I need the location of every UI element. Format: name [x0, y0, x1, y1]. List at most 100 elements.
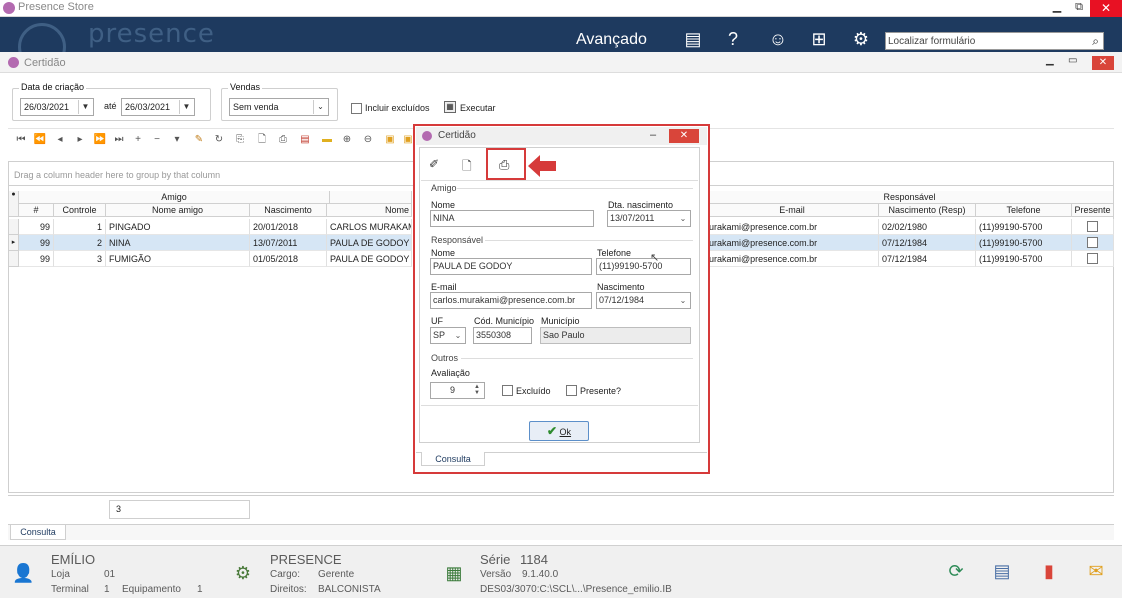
col-email[interactable]: E-mail [706, 204, 879, 217]
col-nascimento[interactable]: Nascimento [250, 204, 327, 217]
child-minimize-button[interactable]: ▁ [1046, 55, 1054, 66]
date-from-field[interactable]: 26/03/2021 ▼ [20, 98, 94, 116]
edit-icon[interactable]: ✎ [192, 133, 206, 147]
chat-icon[interactable]: ✉ [1085, 560, 1107, 582]
print-icon[interactable]: ⎙ [276, 133, 290, 147]
chevron-down-icon[interactable]: ⌄ [452, 329, 464, 342]
dtnasc-field[interactable]: 13/07/2011 ⌄ [607, 210, 691, 227]
col-num[interactable]: # [19, 204, 54, 217]
row-indicator[interactable] [9, 219, 19, 235]
first-record-icon[interactable]: ⏮ [14, 133, 28, 147]
network-icon[interactable]: ⊞ [806, 27, 832, 51]
rnome-field[interactable]: PAULA DE GODOY [430, 258, 592, 275]
grid-cell-num[interactable]: 99 [19, 251, 54, 267]
preview-tool-icon[interactable]: 🗋 [462, 157, 472, 178]
ok-button[interactable]: ✔ Ok [529, 421, 589, 441]
note-icon[interactable]: ▬ [320, 133, 334, 147]
report-icon[interactable]: ▤ [298, 133, 312, 147]
child-close-button[interactable]: ✕ [1092, 56, 1114, 70]
grid-cell-controle[interactable]: 2 [54, 235, 106, 251]
chevron-down-icon[interactable]: ▼ [179, 100, 193, 114]
zoom-out-icon[interactable]: ⊖ [361, 133, 375, 147]
next-page-icon[interactable]: ⏩ [93, 133, 107, 147]
app-restore-button[interactable]: ⧉ [1068, 0, 1090, 16]
nome-field[interactable]: NINA [430, 210, 594, 227]
presente-row-checkbox[interactable] [1087, 221, 1098, 232]
sync-icon[interactable]: ⟳ [945, 560, 967, 582]
grid-cell-telefone[interactable]: (11)99190-5700 [976, 219, 1072, 235]
sales-select[interactable]: Sem venda ⌄ [229, 98, 329, 116]
last-record-icon[interactable]: ⏭ [112, 133, 126, 147]
codmun-field[interactable]: 3550308 [473, 327, 532, 344]
avaliacao-spinner[interactable]: 9 ▲ ▼ [430, 382, 485, 399]
grid-cell-nome[interactable]: CARLOS MURAKAMI [327, 219, 412, 235]
chevron-down-icon[interactable]: ⌄ [677, 212, 689, 225]
zoom-in-icon[interactable]: ⊕ [340, 133, 354, 147]
presente-row-checkbox[interactable] [1087, 253, 1098, 264]
presente-row-checkbox[interactable] [1087, 237, 1098, 248]
grid-cell-email[interactable]: urakami@presence.com.br [706, 219, 879, 235]
telefone-field[interactable]: (11)99190-5700 [596, 258, 691, 275]
refresh-icon[interactable]: ↻ [212, 133, 226, 147]
presente-checkbox[interactable] [566, 385, 577, 396]
users-icon[interactable]: ☺ [765, 27, 791, 51]
grid-cell-nasc-resp[interactable]: 07/12/1984 [879, 251, 976, 267]
col-telefone[interactable]: Telefone [976, 204, 1072, 217]
help-icon[interactable]: ? [720, 27, 746, 51]
col-presente[interactable]: Presente [1072, 204, 1114, 217]
grid-cell-nasc-resp[interactable]: 07/12/1984 [879, 235, 976, 251]
grid-cell-nascimento[interactable]: 01/05/2018 [250, 251, 327, 267]
bar-chart-icon[interactable]: ▮ [1038, 560, 1060, 582]
grid-cell-nascimento[interactable]: 20/01/2018 [250, 219, 327, 235]
grid-cell-telefone[interactable]: (11)99190-5700 [976, 251, 1072, 267]
edit-tool-icon[interactable]: ✐ [429, 157, 439, 171]
grid-cell-telefone[interactable]: (11)99190-5700 [976, 235, 1072, 251]
include-deleted-checkbox[interactable] [351, 103, 362, 114]
row-indicator[interactable]: ▸ [9, 235, 19, 251]
grid-cell-num[interactable]: 99 [19, 219, 54, 235]
tab-consulta[interactable]: Consulta [10, 525, 66, 540]
app-close-button[interactable]: ✕ [1090, 0, 1122, 17]
col-nome-amigo[interactable]: Nome amigo [106, 204, 250, 217]
news-icon[interactable]: ▤ [680, 27, 706, 51]
chevron-down-icon[interactable]: ▼ [78, 100, 92, 114]
grid-cell-nasc-resp[interactable]: 02/02/1980 [879, 219, 976, 235]
grid-cell-num[interactable]: 99 [19, 235, 54, 251]
prev-page-icon[interactable]: ⏪ [33, 133, 47, 147]
dialog-close-button[interactable]: ✕ [669, 129, 699, 143]
col-nome[interactable]: Nome [327, 204, 412, 217]
export-icon[interactable]: ⎘ [233, 133, 247, 147]
grid-cell-nascimento[interactable]: 13/07/2011 [250, 235, 327, 251]
dialog-minimize-button[interactable]: ‒ [650, 129, 656, 141]
child-restore-button[interactable]: ▭ [1068, 55, 1077, 66]
grid-cell-nome[interactable]: PAULA DE GODOY [327, 235, 412, 251]
dialog-tab-consulta[interactable]: Consulta [421, 452, 485, 466]
execute-icon[interactable]: ▦ [444, 101, 456, 113]
insert-record-icon[interactable]: + [131, 133, 145, 147]
excluido-checkbox[interactable] [502, 385, 513, 396]
row-indicator[interactable] [9, 251, 19, 267]
grid-cell-controle[interactable]: 3 [54, 251, 106, 267]
app-minimize-button[interactable]: ▁ [1046, 0, 1068, 16]
preview-icon[interactable]: 🗋 [255, 133, 269, 147]
uf-select[interactable]: SP ⌄ [430, 327, 466, 344]
execute-button[interactable]: Executar [460, 103, 496, 113]
search-icon[interactable]: ⌕ [1092, 34, 1099, 49]
email-field[interactable]: carlos.murakami@presence.com.br [430, 292, 592, 309]
filter-icon[interactable]: ▾ [170, 133, 184, 147]
col-nasc-resp[interactable]: Nascimento (Resp) [879, 204, 976, 217]
grid-cell-email[interactable]: urakami@presence.com.br [706, 251, 879, 267]
next-record-icon[interactable]: ▸ [73, 133, 87, 147]
settings-icon[interactable]: ⚙ [848, 27, 874, 51]
grid-cell-email[interactable]: urakami@presence.com.br [706, 235, 879, 251]
delete-record-icon[interactable]: − [150, 133, 164, 147]
grid-cell-controle[interactable]: 1 [54, 219, 106, 235]
folder-icon[interactable]: ▣ [383, 133, 397, 147]
chevron-down-icon[interactable]: ⌄ [313, 100, 327, 114]
grid-cell-nome-amigo[interactable]: NINA [106, 235, 250, 251]
form-search-input[interactable]: Localizar formulário ⌕ [885, 32, 1104, 50]
spinner-arrows-icon[interactable]: ▲ ▼ [471, 384, 483, 397]
chevron-down-icon[interactable]: ⌄ [677, 294, 689, 307]
document-icon[interactable]: ▤ [991, 560, 1013, 582]
col-controle[interactable]: Controle [54, 204, 106, 217]
